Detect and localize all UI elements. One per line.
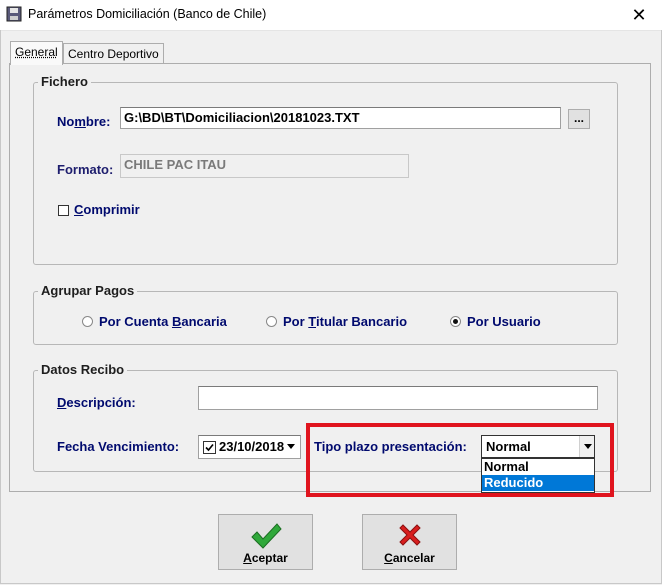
- chevron-down-icon: [583, 444, 592, 449]
- nombre-label: Nombre:: [57, 114, 111, 129]
- agrupar-legend: Agrupar Pagos: [38, 283, 138, 298]
- dropdown-option-normal[interactable]: Normal: [482, 459, 594, 475]
- comprimir-label[interactable]: Comprimir: [74, 202, 140, 217]
- aceptar-label: Aceptar: [243, 551, 288, 565]
- close-icon: ✕: [631, 4, 647, 25]
- radio-titular-bancario-label[interactable]: Por Titular Bancario: [283, 314, 407, 329]
- aceptar-button[interactable]: Aceptar: [218, 514, 313, 570]
- tipo-plazo-select[interactable]: Normal: [481, 435, 595, 458]
- radio-usuario[interactable]: [450, 316, 461, 327]
- window-title: Parámetros Domiciliación (Banco de Chile…: [28, 7, 267, 21]
- tipo-plazo-dropdown-list: Normal Reducido: [481, 458, 595, 493]
- fecha-dropdown-arrow-icon[interactable]: [287, 444, 295, 449]
- recibo-legend: Datos Recibo: [38, 362, 128, 377]
- descripcion-input[interactable]: [198, 386, 598, 410]
- fecha-vencimiento-picker[interactable]: 23/10/2018: [198, 435, 301, 459]
- green-checkmark-icon: [251, 523, 282, 549]
- fichero-legend: Fichero: [38, 74, 91, 89]
- tab-centro-deportivo[interactable]: Centro Deportivo: [63, 43, 164, 64]
- comprimir-checkbox[interactable]: [58, 205, 69, 216]
- tipo-plazo-label: Tipo plazo presentación:: [314, 439, 467, 454]
- fecha-enable-checkbox[interactable]: [203, 441, 216, 454]
- dropdown-option-reducido[interactable]: Reducido: [482, 475, 594, 491]
- tab-general[interactable]: General: [10, 41, 63, 65]
- red-x-icon: [399, 524, 421, 546]
- close-button[interactable]: ✕: [616, 0, 662, 30]
- app-save-icon: [6, 6, 22, 22]
- cancelar-button[interactable]: Cancelar: [362, 514, 457, 570]
- radio-usuario-label[interactable]: Por Usuario: [467, 314, 541, 329]
- radio-cuenta-bancaria[interactable]: [82, 316, 93, 327]
- fecha-value: 23/10/2018: [219, 439, 285, 454]
- tipo-plazo-value: Normal: [486, 439, 531, 454]
- tipo-plazo-arrow-button[interactable]: [579, 436, 594, 457]
- radio-cuenta-bancaria-label[interactable]: Por Cuenta Bancaria: [99, 314, 227, 329]
- nombre-input[interactable]: G:\BD\BT\Domiciliacion\20181023.TXT: [120, 107, 561, 129]
- formato-label: Formato:: [57, 162, 114, 177]
- fecha-vencimiento-label: Fecha Vencimiento:: [57, 439, 180, 454]
- browse-button[interactable]: ...: [568, 109, 590, 129]
- checkmark-icon: [205, 443, 214, 452]
- cancelar-label: Cancelar: [384, 551, 435, 565]
- descripcion-label: Descripción:: [57, 395, 136, 410]
- title-bar: Parámetros Domiciliación (Banco de Chile…: [0, 0, 662, 31]
- radio-titular-bancario[interactable]: [266, 316, 277, 327]
- formato-field: CHILE PAC ITAU: [120, 154, 409, 178]
